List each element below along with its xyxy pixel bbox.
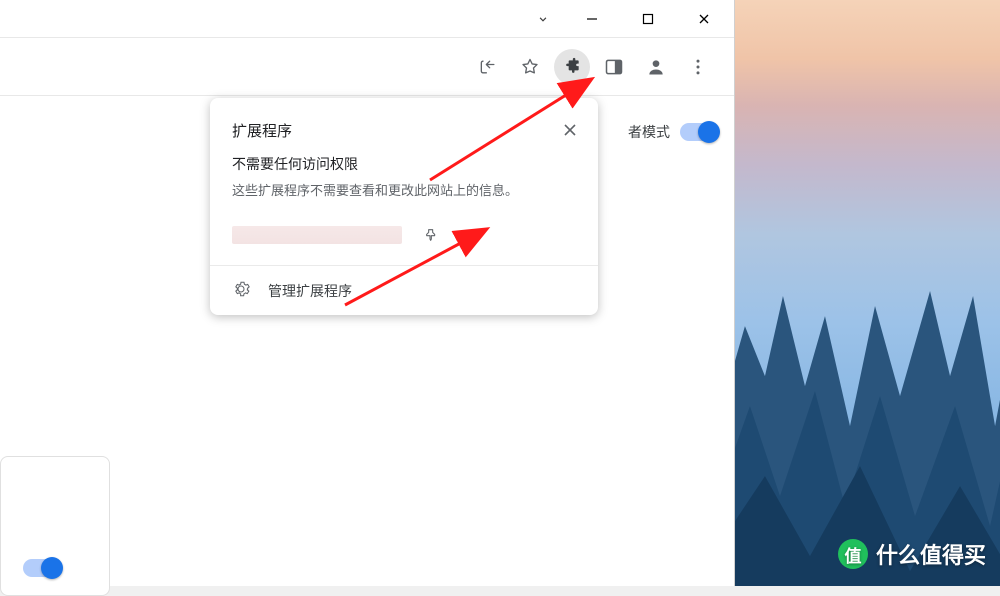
popup-description: 这些扩展程序不需要查看和更改此网站上的信息。: [210, 180, 598, 213]
side-panel-button[interactable]: [596, 49, 632, 85]
popup-close-button[interactable]: [556, 116, 584, 144]
mountains: [735, 176, 1000, 586]
extension-enable-toggle[interactable]: [23, 559, 61, 577]
popup-subtitle: 不需要任何访问权限: [210, 154, 598, 174]
manage-extensions-label: 管理扩展程序: [268, 281, 352, 301]
pin-extension-button[interactable]: [414, 219, 446, 251]
developer-mode-toggle[interactable]: [680, 123, 718, 141]
person-icon: [646, 57, 666, 77]
titlebar: [0, 0, 734, 38]
desktop-wallpaper: [735, 0, 1000, 586]
share-icon: [478, 57, 498, 77]
kebab-icon: [466, 227, 482, 243]
extension-card[interactable]: [0, 456, 110, 596]
kebab-icon: [688, 57, 708, 77]
chevron-down-icon: [536, 12, 550, 26]
minimize-icon: [586, 13, 598, 25]
profile-button[interactable]: [638, 49, 674, 85]
window-minimize[interactable]: [570, 0, 614, 38]
watermark: 值 什么值得买: [838, 538, 986, 570]
extension-name-redacted: [232, 226, 402, 244]
close-icon: [698, 13, 710, 25]
watermark-text: 什么值得买: [876, 538, 986, 570]
puzzle-icon: [562, 57, 582, 77]
window-close[interactable]: [682, 0, 726, 38]
popup-header: 扩展程序: [210, 98, 598, 154]
star-icon: [520, 57, 540, 77]
toolbar: [0, 38, 734, 96]
extensions-button[interactable]: [554, 49, 590, 85]
bookmark-button[interactable]: [512, 49, 548, 85]
window-maximize[interactable]: [626, 0, 670, 38]
extensions-popup: 扩展程序 不需要任何访问权限 这些扩展程序不需要查看和更改此网站上的信息。 管理…: [210, 98, 598, 315]
panel-icon: [604, 57, 624, 77]
gear-icon: [232, 280, 250, 301]
popup-title: 扩展程序: [232, 120, 292, 141]
pin-icon: [422, 227, 438, 243]
share-button[interactable]: [470, 49, 506, 85]
developer-mode-label: 者模式: [628, 122, 670, 142]
developer-mode-row: 者模式: [628, 122, 718, 142]
tab-dropdown[interactable]: [532, 8, 554, 30]
extension-menu-button[interactable]: [458, 219, 490, 251]
extension-row: [210, 213, 598, 265]
watermark-badge: 值: [838, 539, 868, 569]
chrome-menu[interactable]: [680, 49, 716, 85]
manage-extensions-button[interactable]: 管理扩展程序: [210, 265, 598, 315]
close-icon: [562, 122, 578, 138]
maximize-icon: [642, 13, 654, 25]
